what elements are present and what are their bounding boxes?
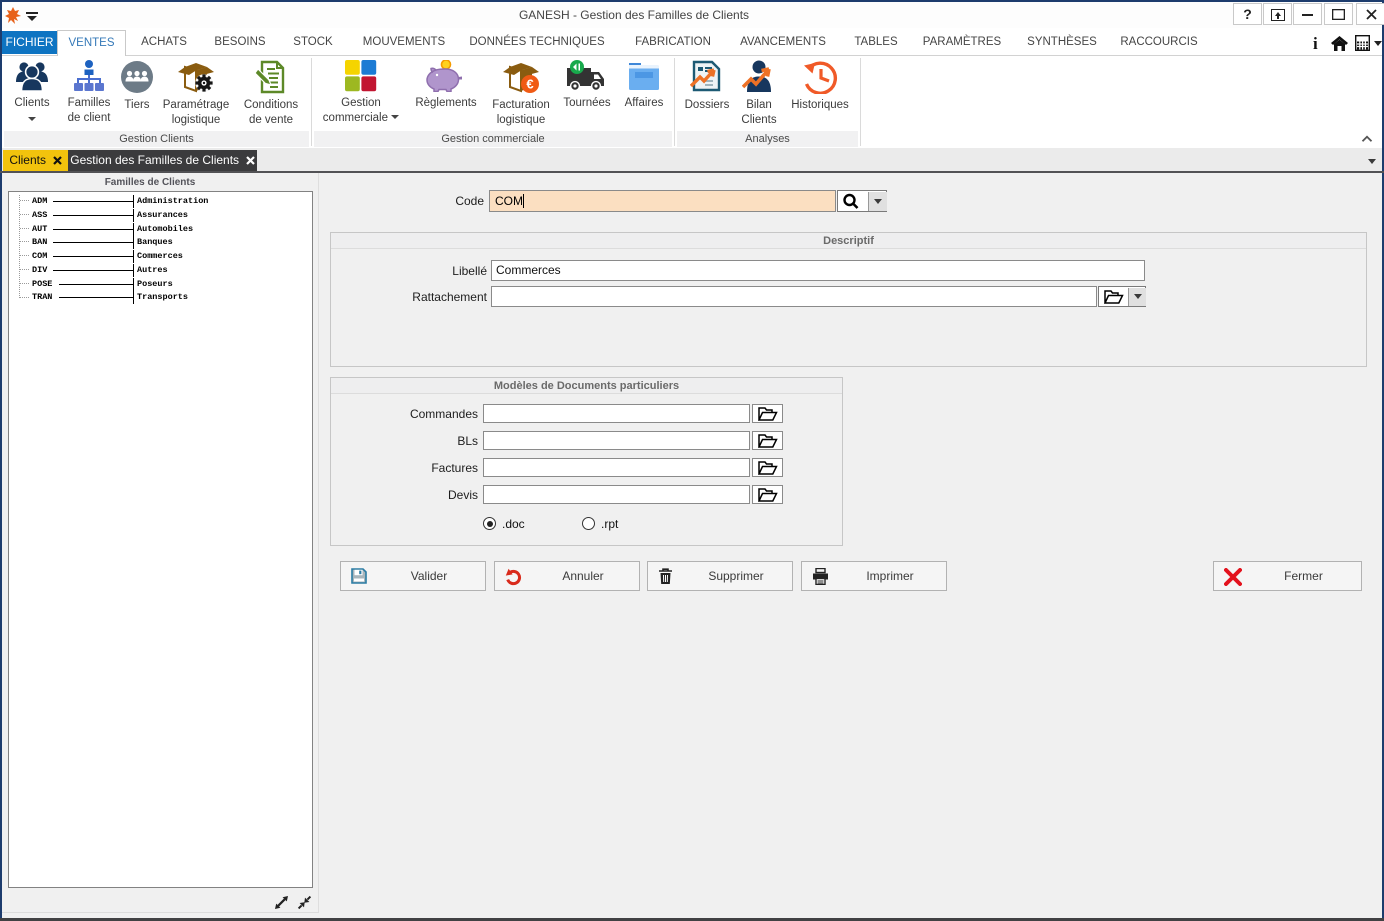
svg-text:€: €	[526, 77, 533, 92]
